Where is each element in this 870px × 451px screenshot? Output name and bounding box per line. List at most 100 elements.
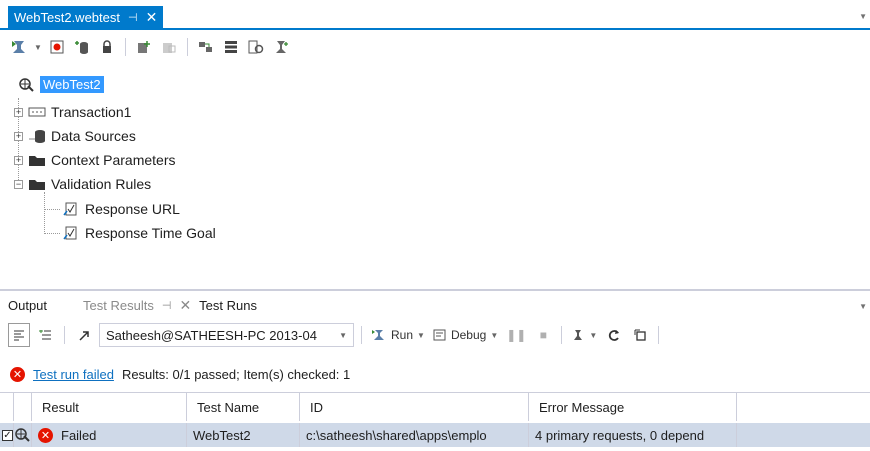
validation-rule-icon xyxy=(62,226,80,240)
tree-item-response-url[interactable]: Response URL xyxy=(62,199,180,219)
settings-icon[interactable] xyxy=(245,36,267,58)
row-checkbox-cell: ✓ xyxy=(0,423,14,447)
performance-session-icon[interactable] xyxy=(270,36,292,58)
tree-item-label: Context Parameters xyxy=(51,152,176,168)
expand-icon[interactable]: + xyxy=(14,155,23,165)
document-tab-strip: WebTest2.webtest ⊣ ✕ ▼ xyxy=(0,0,870,30)
webtest-icon xyxy=(14,428,31,442)
run-test-icon[interactable] xyxy=(8,36,30,58)
tree-root-webtest2[interactable]: WebTest2 xyxy=(18,76,104,93)
header-checkbox-column xyxy=(0,393,14,421)
tree-root-label: WebTest2 xyxy=(40,76,104,93)
debug-button-label: Debug xyxy=(450,328,487,342)
test-run-failed-link[interactable]: Test run failed xyxy=(33,367,114,382)
pause-icon[interactable]: ❚❚ xyxy=(504,323,528,347)
error-icon: ✕ xyxy=(10,366,25,382)
credentials-icon[interactable] xyxy=(96,36,118,58)
tree-item-response-time-goal[interactable]: Response Time Goal xyxy=(62,223,216,243)
run-button[interactable]: Run ▼ xyxy=(369,323,427,347)
add-data-source-icon[interactable] xyxy=(71,36,93,58)
test-name-cell: WebTest2 xyxy=(187,423,300,447)
row-checkbox[interactable]: ✓ xyxy=(2,429,13,441)
tree-item-context-parameters[interactable]: + Context Parameters xyxy=(14,150,176,170)
transaction-icon xyxy=(28,105,46,119)
tree-item-label: Response Time Goal xyxy=(85,225,216,241)
test-run-selector[interactable]: Satheesh@SATHEESH-PC 2013-04 ▼ xyxy=(99,323,354,347)
column-header-error-message[interactable]: Error Message xyxy=(529,393,737,421)
webtest-icon xyxy=(18,77,36,92)
toolbar-separator xyxy=(361,326,362,344)
tab-test-runs[interactable]: Test Runs xyxy=(199,294,265,316)
column-header-test-name[interactable]: Test Name xyxy=(187,393,300,421)
test-run-selector-value: Satheesh@SATHEESH-PC 2013-04 xyxy=(106,327,317,343)
tree-item-transaction1[interactable]: + Transaction1 xyxy=(14,102,131,122)
result-text: Failed xyxy=(61,427,97,443)
tab-test-results[interactable]: Test Results ⊣ ✕ xyxy=(75,294,199,316)
row-type-cell xyxy=(14,423,32,447)
result-cell: ✕ Failed xyxy=(32,423,187,447)
data-sources-icon xyxy=(28,129,46,143)
chevron-down-icon[interactable]: ▼ xyxy=(589,331,597,340)
test-run-status: ✕ Test run failed Results: 0/1 passed; I… xyxy=(0,362,870,386)
document-tab-webtest2[interactable]: WebTest2.webtest ⊣ ✕ xyxy=(8,6,164,28)
generate-code-icon[interactable] xyxy=(220,36,242,58)
column-header-id[interactable]: ID xyxy=(300,393,529,421)
tab-overflow-dropdown-icon[interactable]: ▼ xyxy=(859,12,867,21)
pane-splitter[interactable] xyxy=(0,289,870,291)
chevron-down-icon[interactable]: ▼ xyxy=(417,331,425,340)
pin-icon[interactable]: ⊣ xyxy=(162,299,172,312)
tab-output[interactable]: Output xyxy=(0,294,75,316)
run-test-dropdown-icon[interactable]: ▼ xyxy=(33,36,43,58)
tree-item-label: Validation Rules xyxy=(51,176,152,192)
record-icon[interactable] xyxy=(46,36,68,58)
webtest-editor-toolbar: ▼ xyxy=(8,34,292,60)
column-header-result[interactable]: Result xyxy=(32,393,187,421)
toolbar-separator xyxy=(125,38,126,56)
tab-test-runs-label: Test Runs xyxy=(199,297,257,313)
debug-button[interactable]: Debug ▼ xyxy=(431,323,500,347)
failed-icon: ✕ xyxy=(38,427,53,443)
close-icon[interactable]: ✕ xyxy=(146,9,158,26)
collapse-icon[interactable]: − xyxy=(14,179,23,189)
table-row[interactable]: ✓ ✕ Failed WebTest2 c:\satheesh\shared\a… xyxy=(0,423,870,447)
tab-output-label: Output xyxy=(8,297,48,313)
test-results-grid: Result Test Name ID Error Message ✓ ✕ Fa… xyxy=(0,392,870,451)
group-by-icon[interactable] xyxy=(8,323,30,347)
grid-header-row: Result Test Name ID Error Message xyxy=(0,393,870,421)
add-request-plugin-icon[interactable] xyxy=(133,36,155,58)
run-button-label: Run xyxy=(391,328,414,342)
pin-icon[interactable]: ⊣ xyxy=(128,11,138,24)
parameterize-servers-icon[interactable] xyxy=(195,36,217,58)
refresh-icon[interactable] xyxy=(603,323,625,347)
expand-icon[interactable]: + xyxy=(14,131,23,141)
toolbar-separator xyxy=(561,326,563,344)
expand-icon[interactable]: + xyxy=(14,107,23,117)
chevron-down-icon[interactable]: ▼ xyxy=(490,331,498,340)
header-icon-column xyxy=(14,393,32,421)
error-message-cell: 4 primary requests, 0 depend xyxy=(529,423,737,447)
document-tab-title: WebTest2.webtest xyxy=(14,9,120,25)
folder-icon xyxy=(28,177,46,191)
tree-item-validation-rules[interactable]: − Validation Rules xyxy=(14,174,151,194)
tab-overflow-dropdown-icon[interactable]: ▼ xyxy=(859,302,867,311)
filter-icon[interactable] xyxy=(34,323,56,347)
toolbar-separator xyxy=(187,38,188,56)
webtest-tree: WebTest2 + Transaction1 + Data Sources +… xyxy=(8,74,863,288)
chevron-down-icon: ▼ xyxy=(339,330,347,340)
stop-icon[interactable]: ■ xyxy=(532,323,554,347)
run-dropdown-icon[interactable]: ▼ xyxy=(569,323,599,347)
folder-icon xyxy=(28,153,46,167)
tree-item-label: Transaction1 xyxy=(51,104,132,120)
tree-connector xyxy=(44,233,60,234)
id-cell: c:\satheesh\shared\apps\emplo xyxy=(300,423,529,447)
tree-item-label: Data Sources xyxy=(51,128,136,144)
close-icon[interactable]: ✕ xyxy=(179,297,191,314)
tree-item-data-sources[interactable]: + Data Sources xyxy=(14,126,136,146)
test-results-toolbar: Satheesh@SATHEESH-PC 2013-04 ▼ Run ▼ Deb… xyxy=(8,320,864,350)
add-webtest-plugin-icon[interactable] xyxy=(158,36,180,58)
export-results-icon[interactable] xyxy=(629,323,651,347)
status-summary: Results: 0/1 passed; Item(s) checked: 1 xyxy=(121,366,351,382)
import-results-icon[interactable] xyxy=(73,323,95,347)
row-filler-cell xyxy=(737,423,870,447)
toolbar-separator xyxy=(658,326,660,344)
